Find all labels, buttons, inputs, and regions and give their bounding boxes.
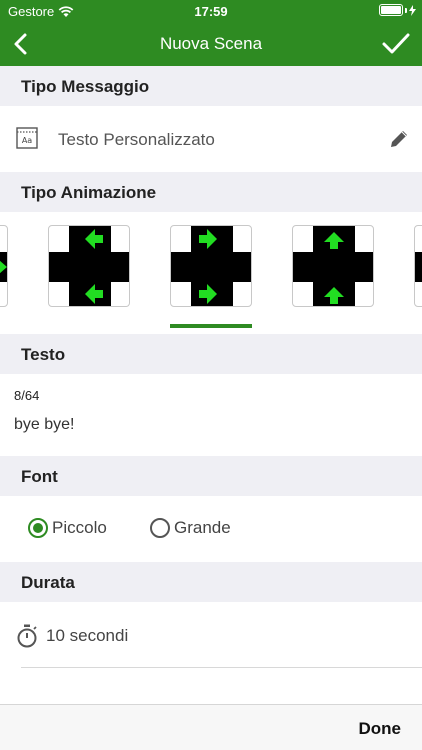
battery-icon	[379, 4, 416, 16]
section-header-message-type: Tipo Messaggio	[0, 66, 422, 106]
animation-option-left[interactable]	[48, 225, 130, 307]
page-title: Nuova Scena	[159, 34, 263, 53]
bottom-toolbar: Done	[0, 704, 422, 750]
svg-text:Aa: Aa	[22, 136, 32, 145]
radio-selected-icon	[28, 518, 48, 538]
section-header-animation-type: Tipo Animazione	[0, 172, 422, 212]
font-option-grande[interactable]: Grande	[150, 518, 231, 538]
section-title: Font	[21, 467, 58, 486]
section-header-text: Testo	[0, 334, 422, 374]
message-type-value: Testo Personalizzato	[58, 130, 215, 149]
font-option-label: Piccolo	[52, 518, 107, 537]
section-header-font: Font	[0, 456, 422, 496]
divider	[21, 667, 422, 668]
charging-bolt-icon	[409, 4, 416, 16]
section-title: Durata	[21, 573, 75, 592]
animation-option-right[interactable]	[170, 225, 252, 307]
section-title: Tipo Animazione	[21, 183, 157, 202]
duration-row[interactable]	[0, 602, 422, 704]
section-title: Testo	[21, 345, 66, 364]
text-frame-icon: Aa	[16, 127, 38, 149]
message-text-field[interactable]: bye bye!	[14, 416, 74, 434]
pencil-icon[interactable]	[388, 128, 410, 150]
font-option-label: Grande	[174, 518, 231, 537]
status-time: 17:59	[194, 4, 228, 19]
section-title: Tipo Messaggio	[21, 77, 150, 96]
text-input-row[interactable]	[0, 374, 422, 456]
stopwatch-icon	[17, 624, 37, 648]
nav-bar: Nuova Scena	[0, 22, 422, 66]
duration-value: 10 secondi	[46, 626, 129, 645]
section-header-duration: Durata	[0, 562, 422, 602]
character-counter: 8/64	[14, 388, 40, 403]
animation-option-partial-left[interactable]	[0, 225, 8, 307]
animation-selected-indicator	[170, 324, 252, 328]
animation-option-up[interactable]	[292, 225, 374, 307]
animation-option-partial-right[interactable]	[414, 225, 422, 307]
radio-unselected-icon	[150, 518, 170, 538]
font-option-piccolo[interactable]: Piccolo	[28, 518, 107, 538]
checkmark-icon[interactable]	[380, 28, 412, 60]
animation-carousel[interactable]	[0, 212, 422, 334]
done-button[interactable]: Done	[359, 719, 402, 739]
status-bar: Gestore 17:59	[0, 0, 422, 22]
